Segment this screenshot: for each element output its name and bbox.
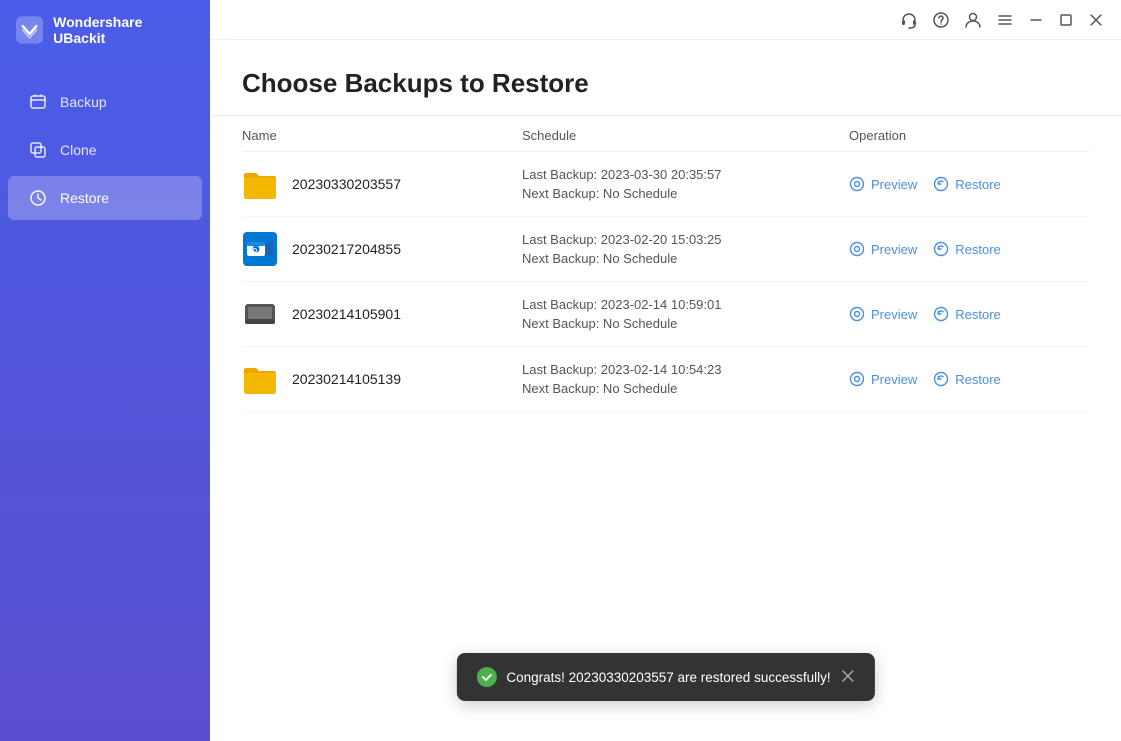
app-logo — [16, 16, 43, 44]
restore-button[interactable]: Restore — [933, 237, 1001, 261]
row-schedule-cell: Last Backup: 2023-02-14 10:54:23 Next Ba… — [522, 362, 849, 396]
table-row: 20230214105139 Last Backup: 2023-02-14 1… — [242, 347, 1089, 412]
restore-button[interactable]: Restore — [933, 367, 1001, 391]
page-title: Choose Backups to Restore — [242, 68, 1089, 99]
row-name-cell: O 20230217204855 — [242, 231, 522, 267]
folder-icon — [242, 361, 278, 397]
sidebar-item-clone[interactable]: Clone — [8, 128, 202, 172]
next-backup-label: Next Backup: No Schedule — [522, 316, 849, 331]
minimize-button[interactable] — [1027, 11, 1045, 29]
sidebar-item-clone-label: Clone — [60, 142, 97, 158]
sidebar-nav: Backup Clone Restore — [0, 80, 210, 220]
restore-op-icon — [933, 241, 949, 257]
row-operation-cell: Preview Restore — [849, 367, 1089, 391]
table-row: 20230214105901 Last Backup: 2023-02-14 1… — [242, 282, 1089, 347]
help-icon[interactable] — [931, 10, 951, 30]
drive-icon — [242, 296, 278, 332]
row-name-text: 20230214105901 — [292, 306, 401, 322]
app-header: Wondershare UBackit — [0, 0, 210, 60]
preview-icon — [849, 306, 865, 322]
row-schedule-cell: Last Backup: 2023-02-14 10:59:01 Next Ba… — [522, 297, 849, 331]
row-name-cell: 20230214105139 — [242, 361, 522, 397]
preview-button[interactable]: Preview — [849, 367, 917, 391]
row-operation-cell: Preview Restore — [849, 172, 1089, 196]
next-backup-label: Next Backup: No Schedule — [522, 381, 849, 396]
backup-table: Name Schedule Operation 20230330203557 L… — [210, 116, 1121, 741]
next-backup-label: Next Backup: No Schedule — [522, 251, 849, 266]
clone-icon — [28, 140, 48, 160]
row-operation-cell: Preview Restore — [849, 302, 1089, 326]
last-backup-label: Last Backup: 2023-02-14 10:54:23 — [522, 362, 849, 377]
last-backup-label: Last Backup: 2023-03-30 20:35:57 — [522, 167, 849, 182]
row-name-cell: 20230330203557 — [242, 166, 522, 202]
restore-op-icon — [933, 371, 949, 387]
user-icon[interactable] — [963, 10, 983, 30]
toast-check-icon — [476, 667, 496, 687]
restore-button[interactable]: Restore — [933, 172, 1001, 196]
row-schedule-cell: Last Backup: 2023-02-20 15:03:25 Next Ba… — [522, 232, 849, 266]
row-schedule-cell: Last Backup: 2023-03-30 20:35:57 Next Ba… — [522, 167, 849, 201]
menu-icon[interactable] — [995, 10, 1015, 30]
restore-icon — [28, 188, 48, 208]
svg-text:O: O — [253, 249, 258, 255]
restore-op-icon — [933, 306, 949, 322]
col-header-schedule: Schedule — [522, 128, 849, 143]
preview-icon — [849, 241, 865, 257]
preview-button[interactable]: Preview — [849, 237, 917, 261]
table-row: 20230330203557 Last Backup: 2023-03-30 2… — [242, 152, 1089, 217]
row-name-cell: 20230214105901 — [242, 296, 522, 332]
preview-button[interactable]: Preview — [849, 302, 917, 326]
restore-op-icon — [933, 176, 949, 192]
sidebar-item-restore[interactable]: Restore — [8, 176, 202, 220]
backup-icon — [28, 92, 48, 112]
row-name-text: 20230214105139 — [292, 371, 401, 387]
outlook-icon: O — [242, 231, 278, 267]
restore-button[interactable]: Restore — [933, 302, 1001, 326]
col-header-name: Name — [242, 128, 522, 143]
preview-icon — [849, 176, 865, 192]
row-name-text: 20230217204855 — [292, 241, 401, 257]
main-content: Choose Backups to Restore Name Schedule … — [210, 0, 1121, 741]
toast-message: Congrats! 20230330203557 are restored su… — [506, 670, 830, 685]
toast-notification: Congrats! 20230330203557 are restored su… — [456, 653, 874, 701]
close-button[interactable] — [1087, 11, 1105, 29]
titlebar — [210, 0, 1121, 40]
next-backup-label: Next Backup: No Schedule — [522, 186, 849, 201]
app-name: Wondershare UBackit — [53, 14, 194, 46]
toast-close-button[interactable] — [841, 669, 855, 686]
preview-button[interactable]: Preview — [849, 172, 917, 196]
preview-icon — [849, 371, 865, 387]
table-header: Name Schedule Operation — [242, 116, 1089, 152]
last-backup-label: Last Backup: 2023-02-14 10:59:01 — [522, 297, 849, 312]
col-header-operation: Operation — [849, 128, 1089, 143]
row-operation-cell: Preview Restore — [849, 237, 1089, 261]
row-name-text: 20230330203557 — [292, 176, 401, 192]
table-row: O 20230217204855 Last Backup: 2023-02-20… — [242, 217, 1089, 282]
headset-icon[interactable] — [899, 10, 919, 30]
folder-icon — [242, 166, 278, 202]
last-backup-label: Last Backup: 2023-02-20 15:03:25 — [522, 232, 849, 247]
sidebar-item-backup[interactable]: Backup — [8, 80, 202, 124]
maximize-button[interactable] — [1057, 11, 1075, 29]
sidebar: Wondershare UBackit Backup Clone — [0, 0, 210, 741]
sidebar-item-backup-label: Backup — [60, 94, 107, 110]
page-header: Choose Backups to Restore — [210, 40, 1121, 116]
sidebar-item-restore-label: Restore — [60, 190, 109, 206]
